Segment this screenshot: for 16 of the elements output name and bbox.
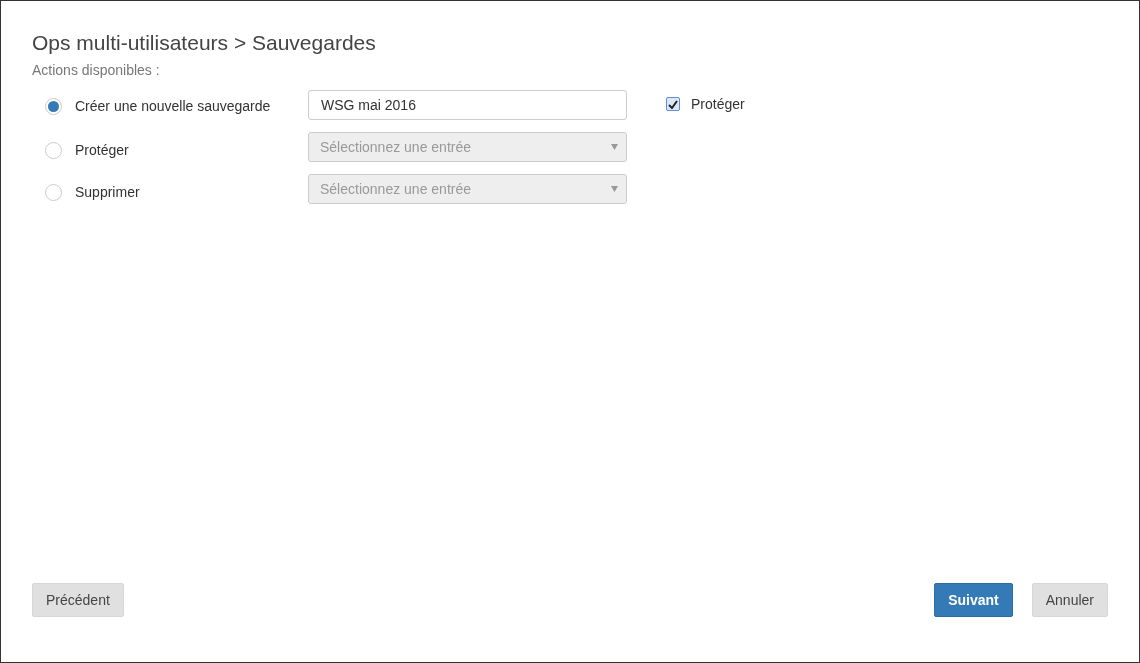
dialog-title: Ops multi-utilisateurs > Sauvegardes bbox=[32, 30, 377, 56]
radio-label: Supprimer bbox=[75, 182, 141, 202]
radio-button[interactable] bbox=[45, 183, 62, 201]
cancel-button[interactable]: Annuler bbox=[1031, 583, 1108, 617]
caret-icon bbox=[611, 144, 618, 150]
checkbox-label: Protéger bbox=[691, 94, 745, 114]
radio-button[interactable] bbox=[45, 141, 62, 159]
radio-label: Créer une nouvelle sauvegarde bbox=[75, 96, 272, 116]
radio-button[interactable] bbox=[45, 97, 62, 115]
radio-label: Protéger bbox=[75, 140, 130, 160]
checkbox[interactable] bbox=[666, 97, 680, 111]
back-button[interactable]: Précédent bbox=[32, 583, 124, 617]
caret-icon bbox=[611, 186, 618, 192]
next-button[interactable]: Suivant bbox=[934, 583, 1013, 617]
text-field[interactable]: WSG mai 2016 bbox=[308, 90, 627, 120]
section-label: Actions disponibles : bbox=[32, 61, 161, 80]
